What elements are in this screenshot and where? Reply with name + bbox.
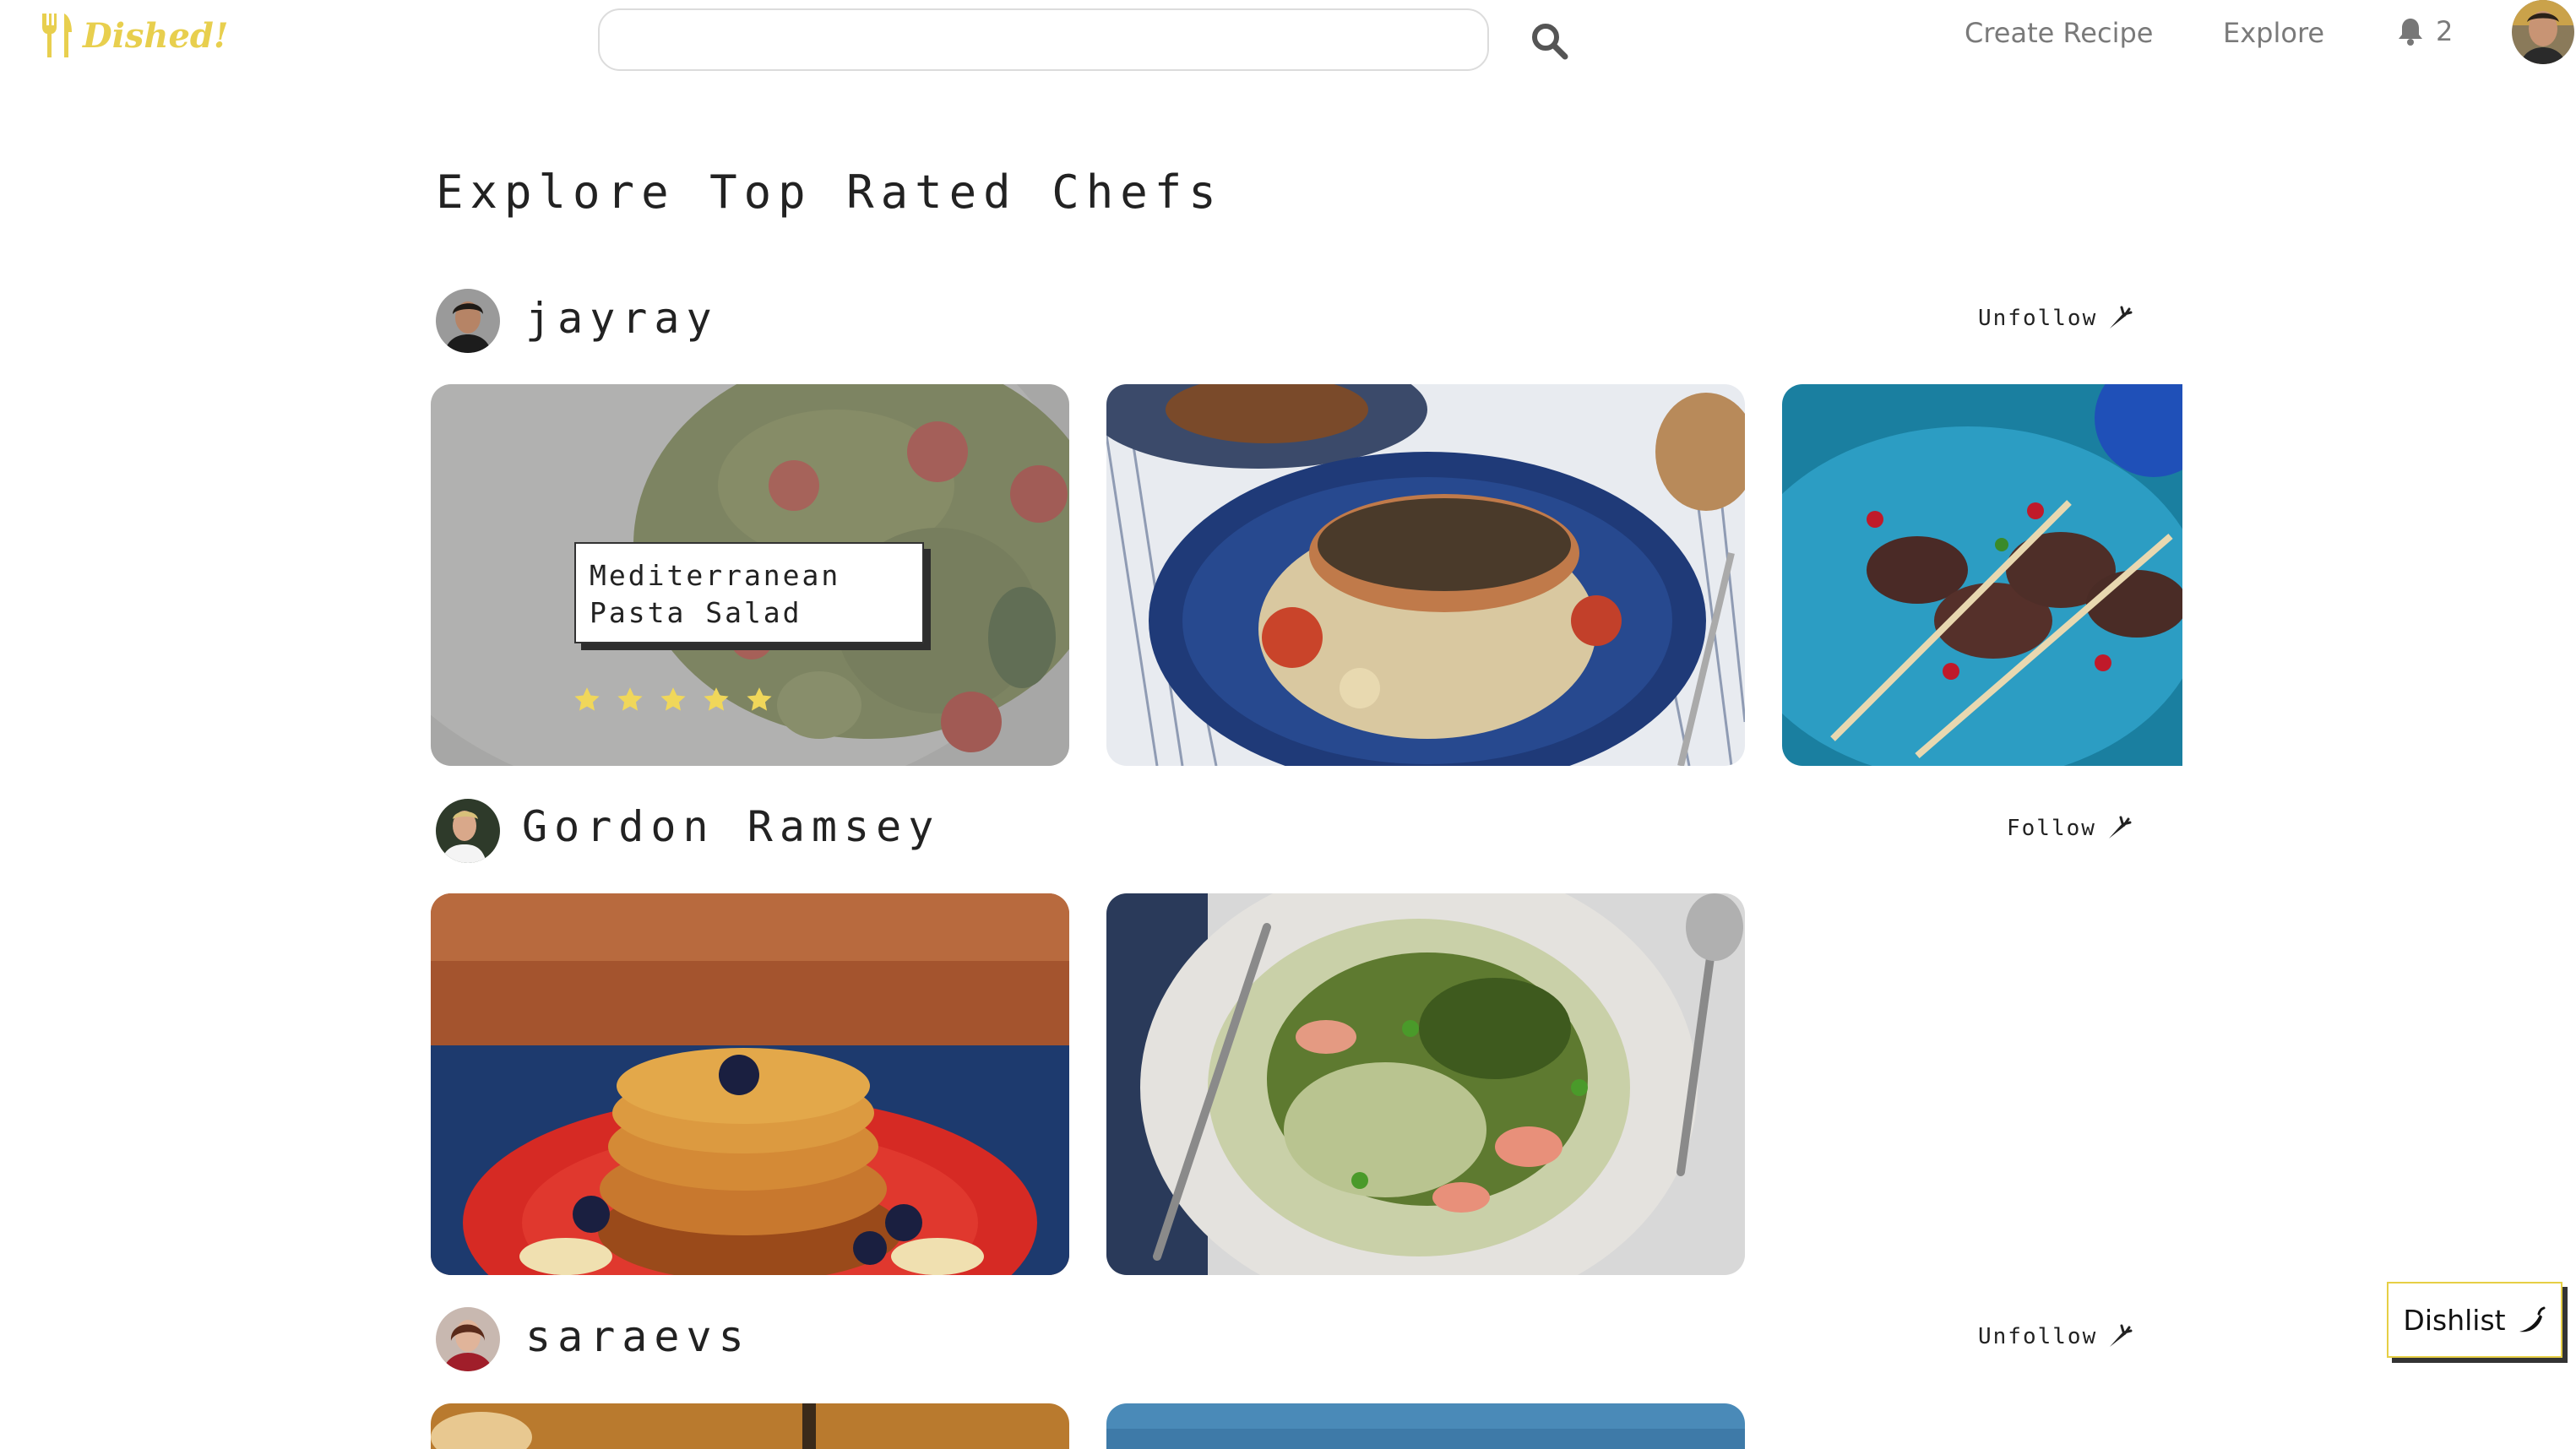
brand-logo[interactable]: Dished! [39, 12, 228, 59]
brand-name: Dished! [83, 15, 229, 56]
chef-avatar[interactable] [436, 289, 500, 353]
follow-button[interactable]: Follow [2007, 816, 2132, 841]
recipe-card[interactable] [431, 893, 1069, 1275]
recipe-title: Mediterranean Pasta Salad [590, 559, 841, 629]
star-icon [747, 687, 772, 711]
chef-avatar[interactable] [436, 799, 500, 863]
chili-pepper-icon [2519, 1306, 2546, 1332]
dishlist-button[interactable]: Dishlist [2387, 1282, 2562, 1358]
nav-create-recipe[interactable]: Create Recipe [1965, 17, 2153, 49]
star-icon [617, 687, 643, 711]
carrot-icon [2108, 816, 2132, 838]
search-input[interactable] [598, 8, 1489, 71]
page-title: Explore Top Rated Chefs [436, 166, 1223, 219]
unfollow-button[interactable]: Unfollow [1978, 1324, 2133, 1349]
recipe-title-tooltip[interactable]: Mediterranean Pasta Salad [574, 542, 924, 643]
notifications-button[interactable]: 2 [2397, 15, 2453, 47]
follow-label: Follow [2007, 816, 2096, 841]
chef-name[interactable]: jayray [525, 294, 719, 343]
chef-name[interactable]: Gordon Ramsey [522, 802, 940, 851]
search-icon[interactable] [1529, 20, 1569, 61]
bell-icon [2399, 19, 2422, 46]
star-icon [704, 687, 729, 711]
carrot-icon [2110, 306, 2133, 328]
recipe-card[interactable] [1106, 384, 1745, 766]
notification-count: 2 [2436, 15, 2454, 47]
unfollow-button[interactable]: Unfollow [1978, 306, 2133, 331]
recipe-card[interactable] [1106, 893, 1745, 1275]
carrot-icon [2110, 1324, 2133, 1347]
star-icon [574, 687, 600, 711]
recipe-card[interactable] [431, 1403, 1069, 1449]
follow-label: Unfollow [1978, 1324, 2098, 1349]
nav-explore[interactable]: Explore [2223, 17, 2324, 49]
user-avatar[interactable] [2512, 0, 2574, 64]
recipe-card[interactable] [1782, 384, 2182, 766]
chef-name[interactable]: saraevs [525, 1312, 751, 1361]
dishlist-label: Dishlist [2403, 1303, 2506, 1337]
star-icon [660, 687, 686, 711]
recipe-rating [573, 686, 774, 714]
fork-knife-icon [42, 14, 72, 57]
follow-label: Unfollow [1978, 306, 2098, 331]
chef-avatar[interactable] [436, 1307, 500, 1371]
recipe-card[interactable] [1106, 1403, 1745, 1449]
